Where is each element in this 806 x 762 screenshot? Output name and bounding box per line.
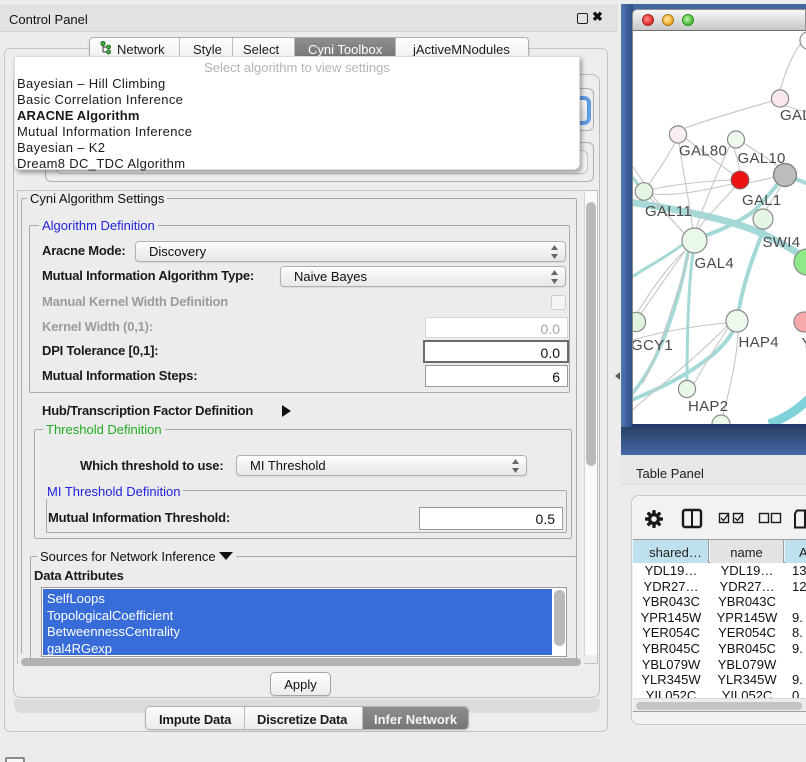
svg-text:GAL80: GAL80 (679, 143, 727, 160)
svg-text:YJ: YJ (802, 335, 806, 352)
svg-text:GAL1: GAL1 (742, 192, 782, 209)
svg-text:GAL4: GAL4 (695, 255, 735, 272)
svg-text:HAP4: HAP4 (739, 334, 779, 351)
svg-text:HAP2: HAP2 (688, 398, 728, 415)
svg-text:GCY1: GCY1 (633, 337, 673, 354)
svg-text:GAL10: GAL10 (738, 150, 786, 167)
svg-text:SWI4: SWI4 (763, 234, 801, 251)
svg-text:GAL11: GAL11 (645, 203, 692, 220)
svg-text:GAL7: GAL7 (780, 107, 806, 124)
